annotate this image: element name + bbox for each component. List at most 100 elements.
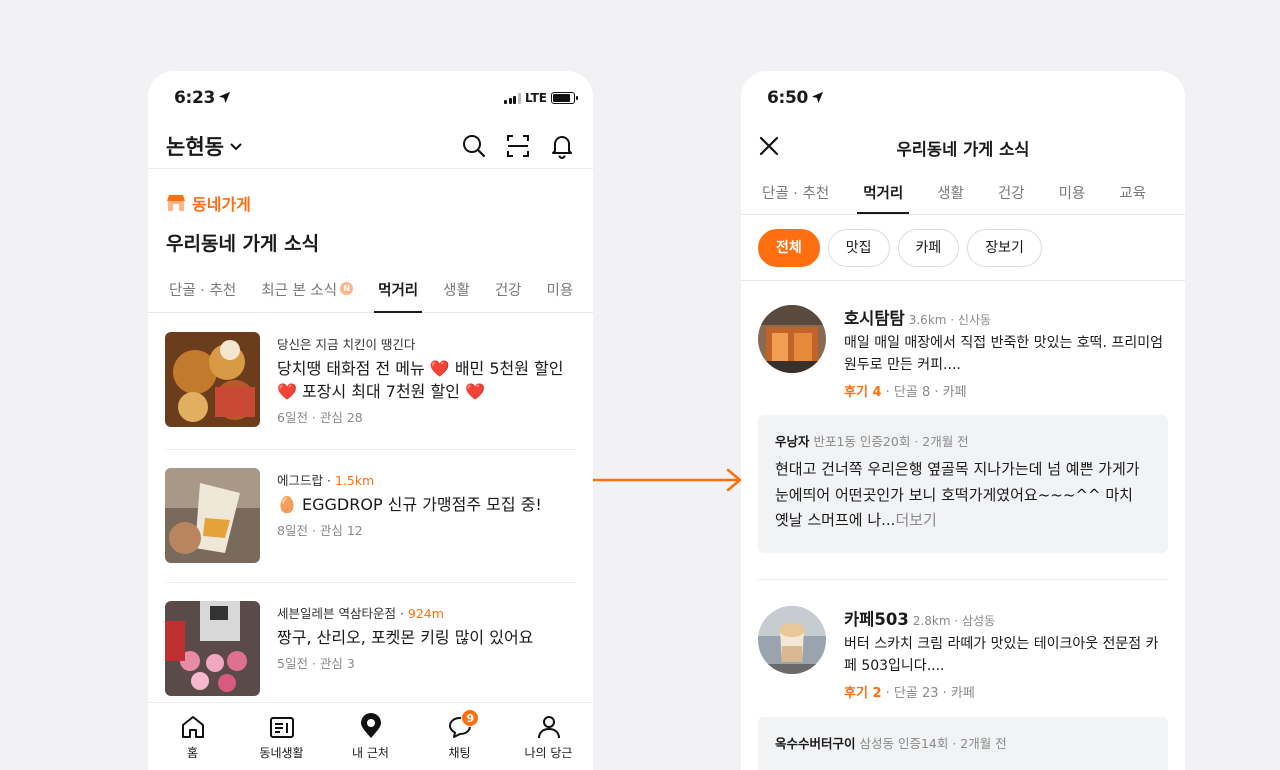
chip-cafe[interactable]: 카페	[897, 229, 960, 267]
chevron-down-icon	[230, 143, 242, 151]
battery-icon	[551, 92, 578, 104]
signal-icon	[504, 92, 521, 104]
tab-health[interactable]: 건강	[998, 174, 1025, 214]
home-icon	[181, 716, 204, 738]
divider	[165, 582, 575, 583]
review-author: 우낭자	[775, 434, 810, 449]
divider	[165, 449, 575, 450]
tab-living[interactable]: 생활	[443, 275, 470, 312]
divider	[741, 280, 1185, 281]
chip-grocery[interactable]: 장보기	[967, 229, 1042, 267]
tab-education[interactable]: 교육	[1119, 174, 1146, 214]
feed-info: 8일전 · 관심 12	[277, 523, 363, 538]
chip-all[interactable]: 전체	[758, 229, 820, 267]
store-card[interactable]: 호시탐탐 3.6km · 신사동 매일 매일 매장에서 직접 반죽한 맛있는 호…	[758, 305, 1168, 400]
store-avatar	[758, 606, 826, 674]
new-badge: N	[340, 282, 354, 295]
status-bar: 6:23 LTE	[148, 71, 593, 125]
tab-regular[interactable]: 단골 · 추천	[169, 275, 236, 312]
store-card[interactable]: 카페503 2.8km · 삼성동 버터 스카치 크림 라떼가 맛있는 테이크아…	[758, 606, 1168, 701]
user-icon	[537, 716, 560, 739]
feed-store-name: 당신은 지금 치킨이 땡긴다	[277, 337, 416, 352]
feed-store-meta: 에그드랍 · 1.5km	[277, 473, 375, 488]
chat-badge: 9	[461, 709, 480, 727]
location-label: 논현동	[166, 135, 224, 159]
status-indicators: LTE	[504, 91, 578, 105]
tab-recent[interactable]: 최근 본 소식 N	[261, 275, 354, 312]
store-location: 3.6km · 신사동	[908, 313, 992, 327]
review-card[interactable]: 우낭자 반포1동 인증20회 · 2개월 전 현대고 건너쪽 우리은행 옆골목 …	[758, 415, 1168, 553]
review-author: 옥수수버터구이	[775, 736, 856, 751]
feed-item[interactable]: 에그드랍 · 1.5km 🥚 EGGDROP 신규 가맹점주 모집 중! 8일전…	[165, 468, 575, 568]
section-title: 우리동네 가게 소식	[166, 233, 320, 255]
tab-regular[interactable]: 단골 · 추천	[762, 174, 829, 214]
store-description: 매일 매일 매장에서 직접 반죽한 맛있는 호떡. 프리미엄 원두로 만든 커피…	[844, 335, 1163, 373]
store-name: 호시탐탐	[844, 309, 905, 328]
review-meta: 옥수수버터구이 삼성동 인증14회 · 2개월 전	[775, 736, 1007, 751]
divider	[758, 579, 1168, 580]
filter-chips: 전체 맛집 카페 장보기	[758, 229, 1042, 267]
network-label: LTE	[524, 91, 547, 105]
store-location: 2.8km · 삼성동	[912, 614, 996, 628]
category-tabs: 단골 · 추천 최근 본 소식N 먹거리 생활 건강 미용 교	[148, 275, 593, 313]
nav-chat[interactable]: 9 채팅	[415, 703, 504, 770]
tab-food[interactable]: 먹거리	[857, 174, 910, 214]
status-bar: 6:50	[741, 71, 1185, 125]
store-description: 버터 스카치 크림 라떼가 맛있는 테이크아웃 전문점 카페 503입니다...…	[844, 636, 1159, 674]
location-arrow-icon	[219, 91, 231, 104]
feed-store-meta: 세븐일레븐 역삼타운점 · 924m	[277, 606, 444, 621]
feed-store-name: 에그드랍	[277, 473, 324, 488]
bottom-nav: 홈 동네생활 내 근처 9 채팅 나의 당근	[148, 702, 593, 770]
location-arrow-icon	[812, 91, 824, 104]
nav-community[interactable]: 동네생활	[237, 703, 326, 770]
community-icon	[269, 717, 294, 738]
review-meta: 우낭자 반포1동 인증20회 · 2개월 전	[775, 434, 969, 449]
feed-item[interactable]: 당신은 지금 치킨이 땡긴다 당치땡 태화점 전 메뉴 ❤️ 배민 5천원 할인…	[165, 332, 575, 432]
tab-health[interactable]: 건강	[495, 275, 522, 312]
location-selector[interactable]: 논현동	[166, 131, 244, 161]
feed-title: 짱구, 산리오, 포켓몬 키링 많이 있어요	[277, 628, 534, 647]
phone-right: 6:50 우리동네 가게 소식 단골 · 추천 먹거리 생활 건강 미용 교육 …	[741, 71, 1185, 770]
page-header: 우리동네 가게 소식	[741, 125, 1185, 169]
feed-title: 당치땡 태화점 전 메뉴 ❤️ 배민 5천원 할인 ❤️ 포장시 최대 7천원 …	[277, 359, 564, 401]
page-title: 우리동네 가게 소식	[896, 140, 1030, 159]
arrow-right-icon	[593, 468, 742, 492]
tab-living[interactable]: 생활	[937, 174, 964, 214]
feed-title: 🥚 EGGDROP 신규 가맹점주 모집 중!	[277, 495, 542, 514]
scan-icon[interactable]	[505, 133, 531, 159]
nav-home[interactable]: 홈	[148, 703, 237, 770]
review-count: 후기 2	[844, 686, 882, 701]
feed-thumbnail-chicken	[165, 332, 260, 427]
search-icon[interactable]	[461, 133, 487, 159]
feed-item[interactable]: 세븐일레븐 역삼타운점 · 924m 짱구, 산리오, 포켓몬 키링 많이 있어…	[165, 601, 575, 701]
nav-my[interactable]: 나의 당근	[504, 703, 593, 770]
more-link[interactable]: 더보기	[895, 511, 936, 529]
store-stats: 후기 2 · 단골 23 · 카페	[844, 686, 975, 701]
feed-distance: 924m	[407, 606, 444, 621]
canvas: 6:23 LTE 논현동 동네가게 우리동네 가게 소식 단골 · 추천 최근 …	[0, 0, 1280, 770]
review-text: 현대고 건너쪽 우리은행 옆골목 지나가는데 넘 예쁜 가게가 눈에띄어 어떤곳…	[775, 460, 1140, 529]
map-pin-icon	[360, 713, 381, 738]
review-card[interactable]: 옥수수버터구이 삼성동 인증14회 · 2개월 전	[758, 717, 1168, 770]
feed-thumbnail-711	[165, 601, 260, 696]
feed-distance: 1.5km	[334, 473, 375, 488]
brand-label: 동네가게	[192, 195, 251, 214]
store-name: 카페503	[844, 610, 909, 629]
store-stats: 후기 4 · 단골 8 · 카페	[844, 385, 967, 400]
category-tabs: 단골 · 추천 먹거리 생활 건강 미용 교육	[741, 174, 1185, 215]
review-count: 후기 4	[844, 385, 882, 400]
status-time: 6:23	[174, 88, 231, 108]
tab-beauty[interactable]: 미용	[547, 275, 574, 312]
store-avatar	[758, 305, 826, 373]
phone-left: 6:23 LTE 논현동 동네가게 우리동네 가게 소식 단골 · 추천 최근 …	[148, 71, 593, 770]
section-brand: 동네가게	[166, 191, 251, 215]
feed-thumbnail-eggdrop	[165, 468, 260, 563]
status-time: 6:50	[767, 88, 824, 108]
store-icon	[167, 195, 185, 211]
bell-icon[interactable]	[549, 133, 575, 159]
nav-nearby[interactable]: 내 근처	[326, 703, 415, 770]
feed-info: 5일전 · 관심 3	[277, 656, 355, 671]
tab-food[interactable]: 먹거리	[374, 275, 423, 313]
chip-restaurant[interactable]: 맛집	[827, 229, 890, 267]
tab-beauty[interactable]: 미용	[1059, 174, 1086, 214]
